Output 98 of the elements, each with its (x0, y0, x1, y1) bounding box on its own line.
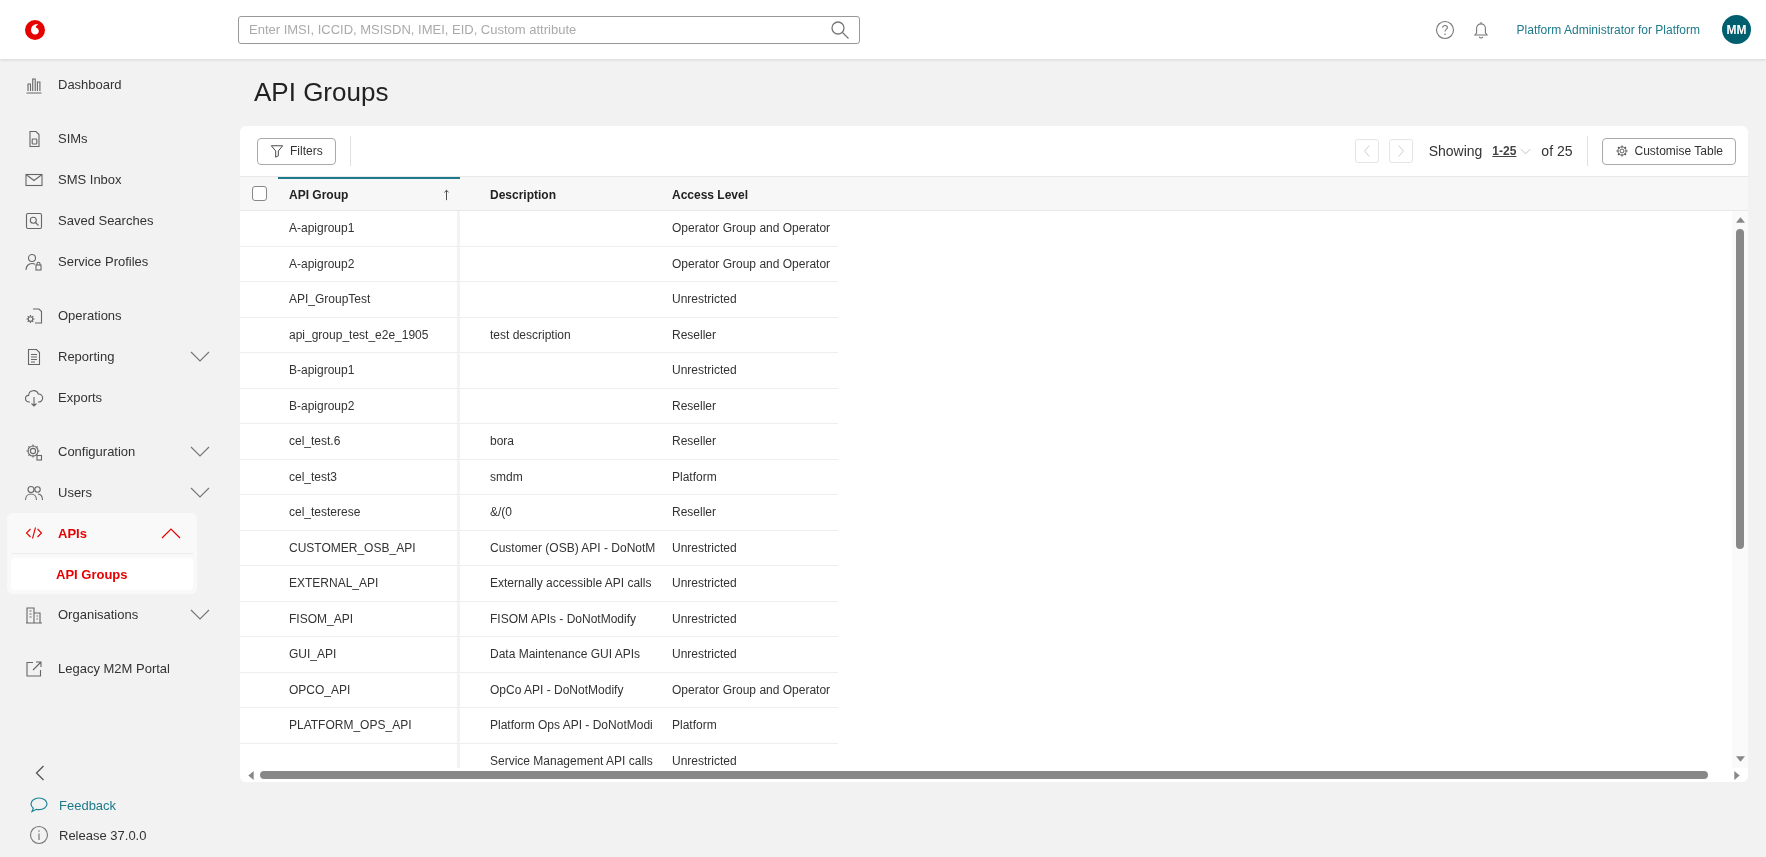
table-cell: smdm (490, 469, 523, 484)
info-icon (29, 825, 49, 845)
table-cell: PLATFORM_OPS_API (289, 718, 412, 733)
sidebar-item[interactable]: APIs (11, 513, 193, 554)
chevron-down-icon[interactable] (190, 350, 210, 363)
sort-arrow-icon[interactable] (443, 188, 450, 201)
release-version: Release 37.0.0 (59, 827, 147, 843)
table-cell: Customer (OSB) API - DoNotM (490, 540, 656, 555)
help-icon[interactable] (1434, 19, 1455, 40)
filters-button[interactable]: Filters (257, 137, 336, 165)
feedback-link[interactable]: Feedback (59, 797, 117, 813)
table-cell: API_GroupTest (289, 292, 371, 307)
search-icon[interactable] (830, 19, 850, 40)
table-cell: EXTERNAL_API (289, 576, 379, 591)
table-cell: Unrestricted (672, 753, 737, 768)
sidebar-item[interactable]: Organisations (7, 594, 232, 635)
table-cell: Unrestricted (672, 647, 737, 662)
table-cell: OPCO_API (289, 682, 351, 697)
table-cell: Unrestricted (672, 363, 737, 378)
vertical-scrollbar[interactable] (1732, 211, 1748, 768)
table-cell: &/(0 (490, 505, 512, 520)
table-cell: B-apigroup1 (289, 363, 355, 378)
search-field[interactable]: Enter IMSI, ICCID, MSISDN, IMEI, EID, Custom attribute (238, 15, 860, 44)
column-header[interactable]: API Group (278, 177, 460, 210)
table-cell: FISOM_API (289, 611, 353, 626)
chevron-down-icon[interactable] (190, 486, 210, 499)
table-cell: OpCo API - DoNotModify (490, 682, 624, 697)
table-cell: test description (490, 327, 571, 342)
select-all-checkbox[interactable] (251, 186, 267, 201)
table-cell: FISOM APIs - DoNotModify (490, 611, 637, 626)
person-lock-icon (24, 251, 44, 272)
table-cell: CUSTOMER_OSB_API (289, 540, 416, 555)
funnel-icon (270, 144, 284, 158)
sidebar-subitem[interactable]: API Groups (11, 558, 193, 590)
scroll-left-arrow-icon[interactable] (248, 770, 254, 780)
sidebar-item[interactable]: Dashboard (7, 64, 232, 105)
column-header[interactable]: Description (460, 177, 660, 210)
table-cell: Operator Group and Operator (672, 256, 831, 271)
table-cell: Platform (672, 469, 717, 484)
page-title: API Groups (253, 76, 390, 109)
chevron-up-icon[interactable] (161, 527, 181, 539)
table-cell: bora (490, 434, 515, 449)
sidebar-item[interactable]: Legacy M2M Portal (7, 648, 232, 689)
table-cell: Unrestricted (672, 611, 737, 626)
table-cell: Reseller (672, 434, 716, 449)
table-cell: A-apigroup1 (289, 221, 355, 236)
user-avatar[interactable]: MM (1722, 15, 1751, 44)
building-icon (24, 604, 44, 625)
table-cell: cel_test3 (289, 469, 338, 484)
table-cell: Data Maintenance GUI APIs (490, 647, 641, 662)
table-cell: Platform (672, 718, 717, 733)
page-range-dropdown[interactable]: 1-25 (1492, 144, 1517, 158)
sidebar-item[interactable]: SIMs (7, 118, 232, 159)
table-cell: Unrestricted (672, 292, 737, 307)
sidebar-item[interactable]: Reporting (7, 336, 232, 377)
operations-icon (24, 305, 44, 326)
table-cell: Reseller (672, 327, 716, 342)
table-cell: B-apigroup2 (289, 398, 355, 413)
sidebar-item[interactable]: Exports (7, 377, 232, 418)
table-cell: Operator Group and Operator (672, 221, 831, 236)
column-header[interactable]: Access Level (660, 177, 838, 210)
scroll-down-arrow-icon[interactable] (1735, 756, 1745, 762)
table-cell: GUI_API (289, 647, 337, 662)
table-cell: cel_testerese (289, 505, 361, 520)
chevron-down-icon[interactable] (190, 608, 210, 621)
table-cell: Platform Ops API - DoNotModi (490, 718, 653, 733)
logo-icon[interactable] (25, 19, 45, 40)
total-count: of 25 (1541, 143, 1573, 159)
user-name[interactable]: Platform Administrator for Platform (1516, 22, 1700, 37)
chevron-down-icon[interactable] (190, 445, 210, 458)
table-cell: Unrestricted (672, 540, 737, 555)
sidebar-item[interactable]: Users (7, 472, 232, 513)
table-cell: Service Management API calls (490, 753, 653, 768)
table-cell: Reseller (672, 505, 716, 520)
speech-bubble-icon[interactable] (29, 795, 49, 815)
table-cell: cel_test.6 (289, 434, 341, 449)
sidebar-item[interactable]: SMS Inbox (7, 159, 232, 200)
gear-icon (1614, 144, 1629, 158)
sidebar-item[interactable]: Operations (7, 295, 232, 336)
sidebar-item[interactable]: Service Profiles (7, 241, 232, 282)
chevron-right-icon (1396, 144, 1405, 158)
external-link-icon (24, 658, 44, 679)
cloud-download-icon (24, 387, 44, 408)
saved-search-icon (24, 210, 44, 231)
sidebar-item[interactable]: Configuration (7, 431, 232, 472)
scroll-up-arrow-icon[interactable] (1735, 217, 1745, 223)
table-cell: Unrestricted (672, 576, 737, 591)
table-cell: api_group_test_e2e_1905 (289, 327, 429, 342)
table-cell: Reseller (672, 398, 716, 413)
table-cell: A-apigroup2 (289, 256, 355, 271)
sidebar-item[interactable]: Saved Searches (7, 200, 232, 241)
table-cell: Externally accessible API calls (490, 576, 652, 591)
showing-label: Showing (1428, 143, 1483, 159)
collapse-chevron-icon[interactable] (35, 765, 45, 781)
chevron-left-icon (1362, 144, 1371, 158)
customise-table-button[interactable]: Customise Table (1601, 137, 1736, 165)
scroll-right-arrow-icon[interactable] (1734, 770, 1740, 780)
table-cell: Operator Group and Operator (672, 682, 831, 697)
